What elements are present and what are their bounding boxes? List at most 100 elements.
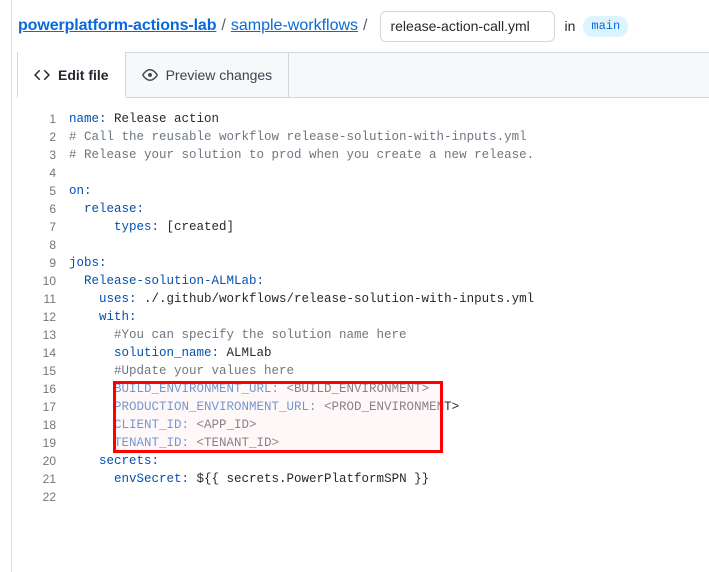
in-label: in [564,18,575,34]
code-line: 15 #Update your values here [18,362,709,380]
line-number: 6 [18,200,69,218]
code-line-content[interactable]: solution_name: ALMLab [69,344,272,362]
line-number: 14 [18,344,69,362]
code-line-content[interactable]: #Update your values here [69,362,294,380]
code-token: Release-solution-ALMLab: [69,274,264,288]
branch-badge: main [583,16,628,37]
code-line-content[interactable]: # Call the reusable workflow release-sol… [69,128,527,146]
code-line-content[interactable]: # Release your solution to prod when you… [69,146,534,164]
line-number: 9 [18,254,69,272]
code-line: 16 BUILD_ENVIRONMENT_URL: <BUILD_ENVIRON… [18,380,709,398]
code-token: secrets: [69,454,159,468]
line-number: 8 [18,236,69,254]
code-token: #You can specify the solution name here [69,328,407,342]
code-line: 20 secrets: [18,452,709,470]
file-editor[interactable]: 1name: Release action2# Call the reusabl… [18,98,709,572]
tab-edit-file[interactable]: Edit file [17,52,126,98]
code-line: 9jobs: [18,254,709,272]
code-line-content[interactable]: uses: ./.github/workflows/release-soluti… [69,290,534,308]
code-token: jobs: [69,256,107,270]
code-line-content[interactable]: jobs: [69,254,107,272]
code-line: 21 envSecret: ${{ secrets.PowerPlatformS… [18,470,709,488]
code-line: 8 [18,236,709,254]
code-token: #Update your values here [69,364,294,378]
code-line-content[interactable]: release: [69,200,144,218]
line-number: 10 [18,272,69,290]
line-number: 7 [18,218,69,236]
code-line-content[interactable]: with: [69,308,137,326]
code-line: 11 uses: ./.github/workflows/release-sol… [18,290,709,308]
line-number: 21 [18,470,69,488]
code-token: <APP_ID> [189,418,257,432]
breadcrumb-directory-link[interactable]: sample-workflows [231,17,358,35]
line-number: 19 [18,434,69,452]
line-number: 15 [18,362,69,380]
code-token: name: [69,112,107,126]
code-token: CLIENT_ID: [69,418,189,432]
line-number: 3 [18,146,69,164]
code-line: 13 #You can specify the solution name he… [18,326,709,344]
code-line: 6 release: [18,200,709,218]
code-line: 4 [18,164,709,182]
code-token: TENANT_ID: [69,436,189,450]
code-line-content[interactable]: secrets: [69,452,159,470]
breadcrumb-repo-link[interactable]: powerplatform-actions-lab [18,17,216,35]
code-line-content[interactable]: CLIENT_ID: <APP_ID> [69,416,257,434]
code-line: 10 Release-solution-ALMLab: [18,272,709,290]
code-line-content[interactable]: TENANT_ID: <TENANT_ID> [69,434,279,452]
code-line-content[interactable]: PRODUCTION_ENVIRONMENT_URL: <PROD_ENVIRO… [69,398,459,416]
code-token: # Release your solution to prod when you… [69,148,534,162]
code-line-content[interactable]: BUILD_ENVIRONMENT_URL: <BUILD_ENVIRONMEN… [69,380,429,398]
code-token: on: [69,184,92,198]
code-token: with: [69,310,137,324]
tab-preview-changes[interactable]: Preview changes [126,52,290,98]
code-token: PRODUCTION_ENVIRONMENT_URL: [69,400,317,414]
code-token: [created] [159,220,234,234]
page-left-rail [11,0,12,572]
line-number: 2 [18,128,69,146]
code-token: <TENANT_ID> [189,436,279,450]
code-icon [34,67,50,83]
code-token: Release action [107,112,220,126]
code-line-content[interactable]: #You can specify the solution name here [69,326,407,344]
code-token: solution_name: [69,346,219,360]
code-line: 17 PRODUCTION_ENVIRONMENT_URL: <PROD_ENV… [18,398,709,416]
tab-preview-changes-label: Preview changes [166,67,273,83]
code-line-content[interactable]: Release-solution-ALMLab: [69,272,264,290]
code-token: types: [69,220,159,234]
breadcrumb: powerplatform-actions-lab / sample-workf… [18,8,628,44]
line-number: 1 [18,110,69,128]
filename-input[interactable] [380,11,555,42]
code-line: 18 CLIENT_ID: <APP_ID> [18,416,709,434]
line-number: 5 [18,182,69,200]
line-number: 12 [18,308,69,326]
code-editor-area[interactable]: 1name: Release action2# Call the reusabl… [18,98,709,506]
code-line-content[interactable]: envSecret: ${{ secrets.PowerPlatformSPN … [69,470,429,488]
code-line-content[interactable]: types: [created] [69,218,234,236]
code-line-content[interactable]: on: [69,182,92,200]
code-token: <PROD_ENVIRONMENT> [317,400,460,414]
code-line: 7 types: [created] [18,218,709,236]
line-number: 18 [18,416,69,434]
code-line: 5on: [18,182,709,200]
line-number: 11 [18,290,69,308]
code-token: release: [69,202,144,216]
line-number: 4 [18,164,69,182]
line-number: 16 [18,380,69,398]
breadcrumb-separator-2: / [363,17,367,35]
eye-icon [142,67,158,83]
line-number: 13 [18,326,69,344]
code-line: 2# Call the reusable workflow release-so… [18,128,709,146]
line-number: 17 [18,398,69,416]
code-line: 22 [18,488,709,506]
code-token: uses: [69,292,137,306]
code-line: 1name: Release action [18,110,709,128]
code-line: 19 TENANT_ID: <TENANT_ID> [18,434,709,452]
code-line: 12 with: [18,308,709,326]
code-token: <BUILD_ENVIRONMENT> [279,382,429,396]
tab-edit-file-label: Edit file [58,67,109,83]
code-token: envSecret: [69,472,189,486]
tab-list: Edit file Preview changes [18,52,289,98]
code-line-content[interactable]: name: Release action [69,110,219,128]
code-token: BUILD_ENVIRONMENT_URL: [69,382,279,396]
